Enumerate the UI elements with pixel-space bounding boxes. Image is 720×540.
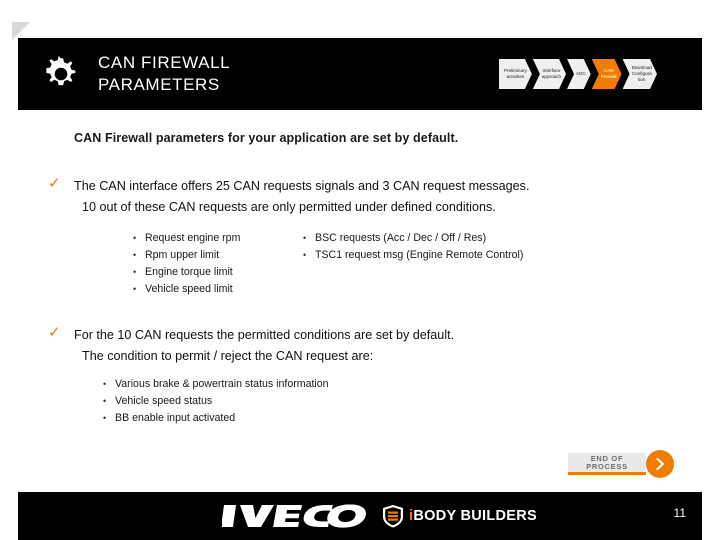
bullet-1-line-2: 10 out of these CAN requests are only pe… — [82, 200, 496, 214]
list-item-label: Vehicle speed limit — [145, 283, 233, 295]
bullet-block-1-text: The CAN interface offers 25 CAN requests… — [74, 176, 648, 218]
list-item-label: BSC requests (Acc / Dec / Off / Res) — [315, 232, 487, 244]
check-icon: ✓ — [48, 324, 61, 341]
end-of-process-line2: PROCESS — [586, 461, 628, 471]
list-item-label: Request engine rpm — [145, 232, 241, 244]
list-item: • Request engine rpm — [133, 230, 298, 247]
bullet-dot-icon: • — [303, 250, 307, 260]
list-item: • BSC requests (Acc / Dec / Off / Res) — [303, 230, 603, 247]
bullet-dot-icon: • — [103, 379, 107, 389]
page-title: CAN FIREWALL PARAMETERS — [98, 52, 230, 96]
slide: CAN FIREWALL PARAMETERS Preliminary acti… — [0, 0, 720, 540]
bullet-dot-icon: • — [133, 233, 137, 243]
list-item: • Various brake & powertrain status info… — [103, 376, 523, 393]
list-item-label: BB enable input activated — [115, 412, 236, 424]
sublist-left-can-requests: • Request engine rpm • Rpm upper limit •… — [133, 230, 298, 298]
gear-icon — [40, 53, 82, 95]
bullet-dot-icon: • — [303, 233, 307, 243]
bullet-dot-icon: • — [133, 250, 137, 260]
list-item: • TSC1 request msg (Engine Remote Contro… — [303, 247, 603, 264]
sublist-conditions: • Various brake & powertrain status info… — [103, 376, 523, 427]
sublist-right-can-requests: • BSC requests (Acc / Dec / Off / Res) •… — [303, 230, 603, 264]
bullet-dot-icon: • — [133, 267, 137, 277]
page-title-line1: CAN FIREWALL — [98, 53, 231, 72]
bullet-block-can-interface: ✓ The CAN interface offers 25 CAN reques… — [48, 176, 648, 218]
end-of-process-badge[interactable]: END OF PROCESS — [568, 450, 678, 478]
body-builders-text: BODY BUILDERS — [413, 508, 538, 524]
body-builders-logo: iBODY BUILDERS — [382, 502, 537, 530]
list-item-label: TSC1 request msg (Engine Remote Control) — [315, 249, 524, 261]
end-of-process-plate: END OF PROCESS — [568, 453, 646, 475]
page-title-line2: PARAMETERS — [98, 75, 220, 94]
body-builders-label: iBODY BUILDERS — [409, 508, 537, 524]
list-item-label: Engine torque limit — [145, 266, 233, 278]
bullet-dot-icon: • — [103, 396, 107, 406]
chevron-right-icon[interactable] — [646, 450, 674, 478]
check-icon: ✓ — [48, 175, 61, 192]
bullet-2-line-1: For the 10 CAN requests the permitted co… — [74, 328, 455, 342]
process-step-adc[interactable]: ADC — [567, 59, 591, 89]
list-item-label: Rpm upper limit — [145, 249, 220, 261]
body-builders-mark-icon — [382, 504, 404, 528]
bullet-dot-icon: • — [103, 413, 107, 423]
list-item: • Vehicle speed limit — [133, 281, 298, 298]
list-item: • Vehicle speed status — [103, 393, 523, 410]
bullet-block-permitted-conditions: ✓ For the 10 CAN requests the permitted … — [48, 325, 648, 367]
intro-text: CAN Firewall parameters for your applica… — [74, 131, 459, 145]
bullet-block-2-text: For the 10 CAN requests the permitted co… — [74, 325, 648, 367]
list-item-label: Vehicle speed status — [115, 395, 213, 407]
list-item: • Rpm upper limit — [133, 247, 298, 264]
iveco-logo — [221, 501, 378, 531]
list-item-label: Various brake & powertrain status inform… — [115, 378, 329, 390]
list-item: • Engine torque limit — [133, 264, 298, 281]
process-step-can-firewall[interactable]: CAN Firewall — [592, 59, 622, 89]
process-step-preliminary-activities[interactable]: Preliminary activities — [499, 59, 532, 89]
process-step-download-configuration[interactable]: Download Configura tion — [623, 59, 657, 89]
page-number: 11 — [673, 506, 686, 520]
bullet-dot-icon: • — [133, 284, 137, 294]
process-step-interface-approach[interactable]: Interface approach — [533, 59, 566, 89]
process-step-bar: Preliminary activities Interface approac… — [499, 59, 658, 89]
list-item: • BB enable input activated — [103, 410, 523, 427]
slide-header: CAN FIREWALL PARAMETERS Preliminary acti… — [18, 38, 702, 110]
bullet-1-line-1: The CAN interface offers 25 CAN requests… — [74, 179, 530, 193]
bullet-2-line-2: The condition to permit / reject the CAN… — [82, 349, 374, 363]
